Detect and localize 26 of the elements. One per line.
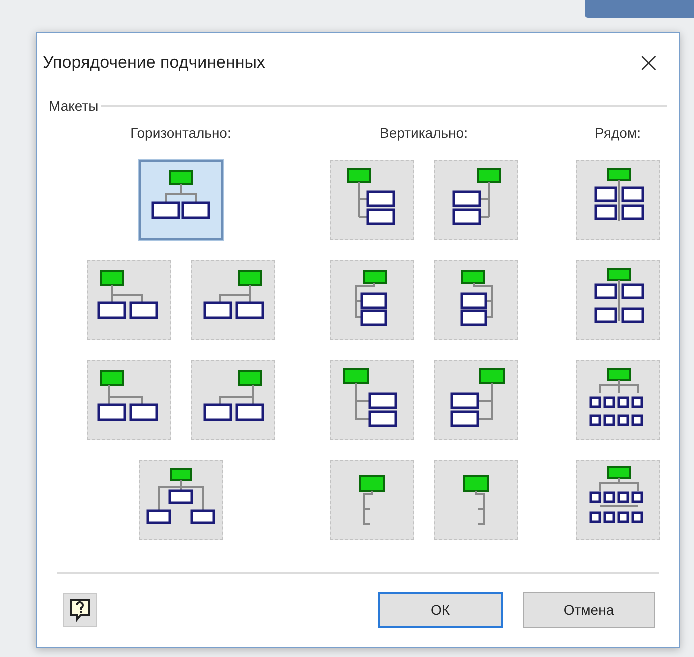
layout-button[interactable] bbox=[576, 260, 660, 340]
layout-button[interactable] bbox=[576, 160, 660, 240]
layout-button[interactable] bbox=[434, 260, 518, 340]
window-title: Упорядочение подчиненных bbox=[43, 52, 266, 74]
layout-button[interactable] bbox=[139, 160, 223, 240]
column-heading: Рядом: bbox=[595, 124, 641, 143]
help-icon bbox=[69, 598, 91, 622]
help-button[interactable] bbox=[63, 593, 97, 627]
group-label: Макеты bbox=[49, 96, 99, 116]
layout-button[interactable] bbox=[139, 460, 223, 540]
layout-button[interactable] bbox=[434, 160, 518, 240]
layout-button[interactable] bbox=[330, 260, 414, 340]
dialog-button[interactable]: Отмена bbox=[523, 592, 655, 628]
layout-button[interactable] bbox=[87, 260, 171, 340]
column-heading: Горизонтально: bbox=[130, 124, 232, 143]
close-button[interactable]: × bbox=[631, 45, 667, 81]
layout-button[interactable] bbox=[87, 360, 171, 440]
layout-button[interactable] bbox=[191, 260, 275, 340]
column-heading: Вертикально: bbox=[380, 124, 468, 143]
layout-button[interactable] bbox=[330, 360, 414, 440]
layout-button[interactable] bbox=[576, 360, 660, 440]
dialog-button[interactable]: ОК bbox=[378, 592, 503, 628]
layout-button[interactable] bbox=[330, 160, 414, 240]
layout-button[interactable] bbox=[576, 460, 660, 540]
layout-button[interactable] bbox=[191, 360, 275, 440]
layout-button[interactable] bbox=[434, 360, 518, 440]
